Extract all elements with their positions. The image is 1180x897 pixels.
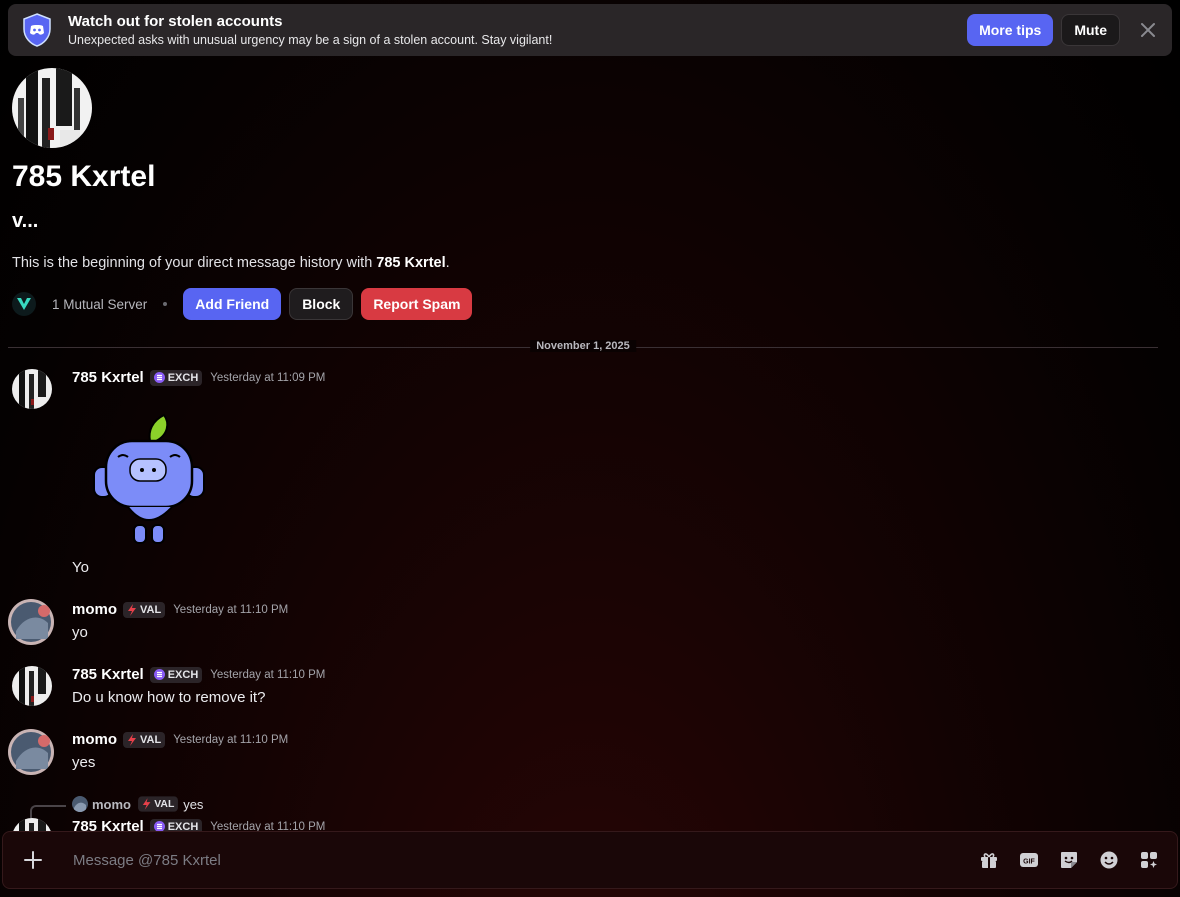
- message-content: Do u know how to remove it?: [72, 689, 266, 706]
- profile-actions: 1 Mutual Server Add Friend Block Report …: [12, 288, 1160, 320]
- dm-intro: 785 Kxrtel v... This is the beginning of…: [12, 68, 1160, 320]
- plus-icon[interactable]: [19, 846, 47, 874]
- clan-tag[interactable]: EXCH: [149, 369, 203, 386]
- separator-dot: [163, 302, 168, 306]
- close-icon[interactable]: [1136, 18, 1160, 42]
- reply-author[interactable]: momo: [92, 797, 131, 812]
- banner-title: Watch out for stolen accounts: [68, 13, 283, 30]
- timestamp: Yesterday at 11:10 PM: [173, 603, 289, 616]
- reply-avatar: [72, 796, 88, 812]
- date-divider: November 1, 2025: [8, 340, 1158, 352]
- composer-tools: GIF: [977, 848, 1161, 872]
- timestamp: Yesterday at 11:10 PM: [173, 733, 289, 746]
- message-composer: GIF: [2, 831, 1178, 889]
- profile-name: 785 Kxrtel: [12, 160, 156, 193]
- profile-avatar: [12, 68, 92, 148]
- clan-tag[interactable]: VAL: [123, 731, 166, 748]
- lightning-icon: [128, 603, 136, 616]
- lightning-icon: [142, 798, 151, 810]
- clan-tag[interactable]: EXCH: [149, 666, 203, 683]
- lightning-icon: [128, 733, 136, 746]
- message-content: yes: [72, 754, 96, 771]
- emoji-icon[interactable]: [1097, 848, 1121, 872]
- dm-beginning-name: 785 Kxrtel: [376, 255, 446, 271]
- svg-text:GIF: GIF: [1023, 859, 1035, 866]
- author-name[interactable]: 785 Kxrtel: [72, 369, 144, 386]
- mutual-servers-link[interactable]: 1 Mutual Server: [52, 297, 147, 312]
- exch-tag-icon: [153, 821, 165, 831]
- timestamp: Yesterday at 11:09 PM: [210, 371, 326, 384]
- exch-tag-icon: [153, 669, 165, 680]
- more-tips-button[interactable]: More tips: [967, 14, 1054, 46]
- mutual-server-icon[interactable]: [12, 292, 36, 316]
- banner-subtitle: Unexpected asks with unusual urgency may…: [68, 33, 553, 47]
- divider-date: November 1, 2025: [530, 340, 636, 352]
- author-name[interactable]: momo: [72, 731, 117, 748]
- avatar[interactable]: [8, 599, 54, 645]
- exch-tag-icon: [153, 372, 165, 383]
- mute-button[interactable]: Mute: [1061, 14, 1120, 46]
- dm-beginning-text: This is the beginning of your direct mes…: [12, 255, 450, 271]
- avatar[interactable]: [12, 369, 52, 409]
- reply-connector: [30, 805, 66, 819]
- reply-text: yes: [183, 796, 204, 812]
- safety-banner: Watch out for stolen accounts Unexpected…: [8, 4, 1172, 56]
- clan-tag[interactable]: VAL: [138, 796, 179, 812]
- sticker-icon[interactable]: [1057, 848, 1081, 872]
- message[interactable]: 785 Kxrtel EXCH Yesterday at 11:10 PM: [8, 818, 408, 831]
- block-button[interactable]: Block: [289, 288, 354, 320]
- message-input[interactable]: [73, 851, 977, 869]
- add-friend-button[interactable]: Add Friend: [183, 288, 282, 320]
- gift-icon[interactable]: [977, 848, 1001, 872]
- clan-tag[interactable]: VAL: [123, 601, 166, 618]
- message-content: yo: [72, 624, 88, 641]
- avatar[interactable]: [12, 818, 52, 831]
- reply-preview[interactable]: momo VAL yes: [72, 796, 203, 812]
- avatar[interactable]: [12, 666, 52, 706]
- timestamp: Yesterday at 11:10 PM: [210, 820, 326, 832]
- sticker-image[interactable]: [86, 413, 216, 549]
- timestamp: Yesterday at 11:10 PM: [210, 668, 326, 681]
- avatar[interactable]: [8, 729, 54, 775]
- author-name[interactable]: 785 Kxrtel: [72, 666, 144, 683]
- message-content: Yo: [72, 559, 89, 576]
- shield-icon: [23, 13, 51, 47]
- report-spam-button[interactable]: Report Spam: [361, 288, 473, 320]
- author-name[interactable]: momo: [72, 601, 117, 618]
- clan-tag[interactable]: EXCH: [149, 818, 203, 831]
- profile-handle: v...: [12, 210, 39, 232]
- apps-icon[interactable]: [1137, 848, 1161, 872]
- gif-icon[interactable]: GIF: [1017, 848, 1041, 872]
- author-name[interactable]: 785 Kxrtel: [72, 818, 144, 831]
